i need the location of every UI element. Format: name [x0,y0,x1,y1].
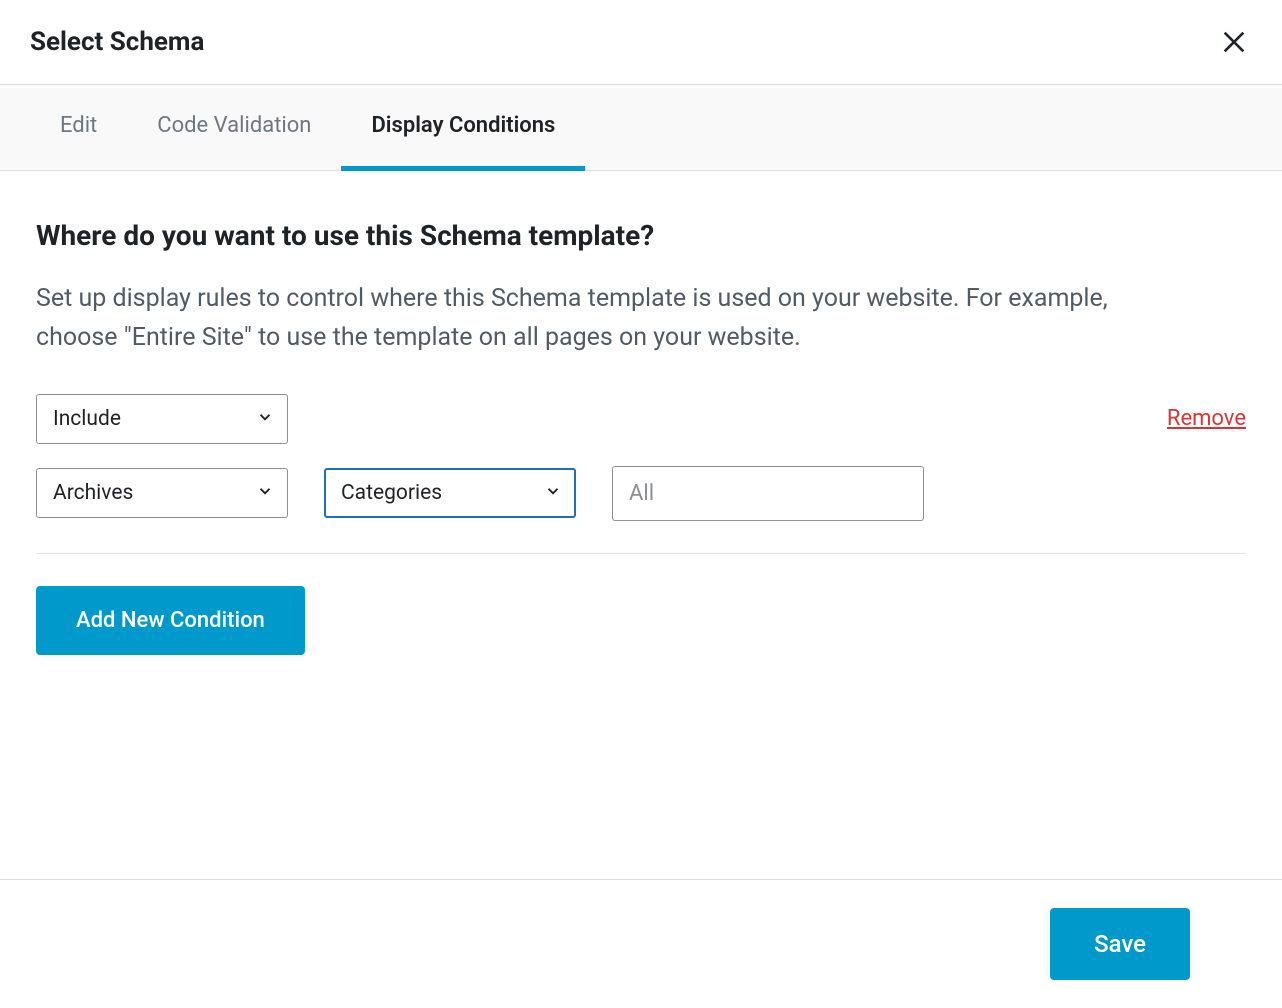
section-description: Set up display rules to control where th… [36,280,1136,358]
archives-select-wrapper: Archives [36,468,288,518]
tab-edit[interactable]: Edit [30,85,127,171]
modal-title: Select Schema [30,27,204,57]
controls-row-2: Archives Categories [36,466,924,521]
content-area: Where do you want to use this Schema tem… [0,171,1282,655]
condition-controls: Include Archives [36,394,924,521]
condition-row: Include Archives [36,394,1246,554]
tab-display-conditions[interactable]: Display Conditions [341,85,585,171]
save-button[interactable]: Save [1050,908,1190,980]
close-button[interactable] [1216,24,1252,60]
section-heading: Where do you want to use this Schema tem… [36,219,1246,252]
modal-header: Select Schema [0,0,1282,85]
controls-row-1: Include [36,394,924,444]
archives-select[interactable]: Archives [36,468,288,518]
include-select[interactable]: Include [36,394,288,444]
all-input[interactable] [612,466,924,521]
close-icon [1220,28,1248,56]
tab-bar: Edit Code Validation Display Conditions [0,85,1282,171]
categories-select[interactable]: Categories [324,468,576,518]
tab-code-validation[interactable]: Code Validation [127,85,341,171]
remove-button[interactable]: Remove [1167,394,1246,431]
categories-select-wrapper: Categories [324,468,576,518]
add-condition-button[interactable]: Add New Condition [36,586,305,655]
modal-footer: Save [0,879,1282,1008]
include-select-wrapper: Include [36,394,288,444]
